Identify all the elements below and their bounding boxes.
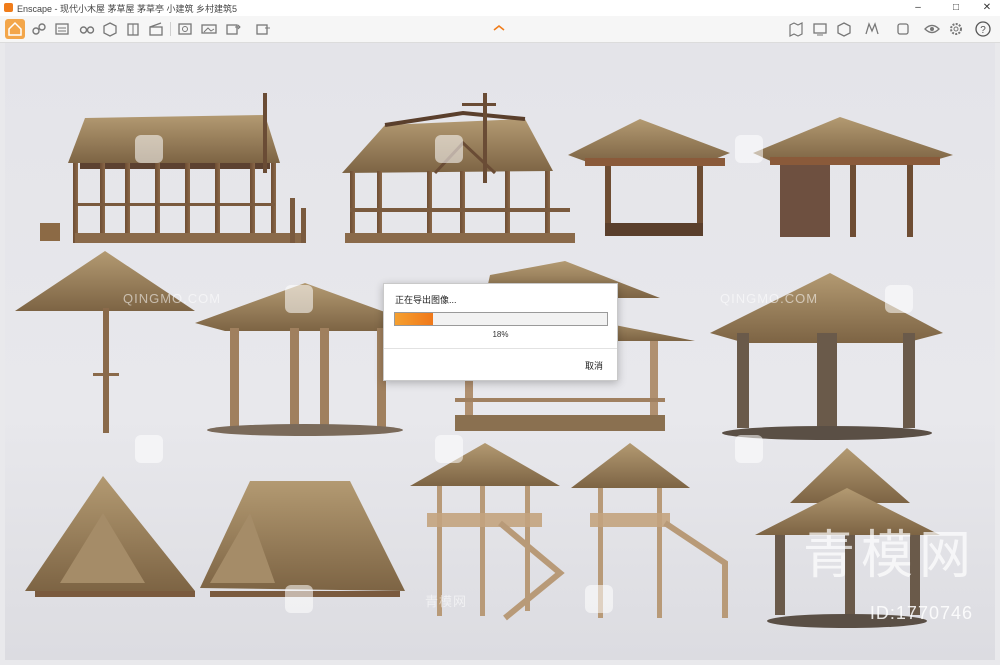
window-title: Enscape - 现代小木屋 茅草屋 茅草亭 小建筑 乡村建筑5 [17,4,238,14]
pavilion-gate-1 [753,117,953,237]
progress-fill [395,313,434,325]
brand-watermark: 青模网 [802,526,977,586]
settings-icon[interactable] [946,19,966,39]
a-frame-hut-1 [25,476,195,597]
material-icon[interactable] [862,19,882,39]
stilt-house-1 [40,93,306,243]
toolbar-divider [170,22,171,36]
dialog-divider [384,348,617,349]
cube-icon[interactable] [100,19,120,39]
dialog-title: 正在导出图像... [395,295,457,305]
map-icon[interactable] [786,19,806,39]
progress-percent: 18% [492,330,509,339]
binoculars-icon[interactable] [77,19,97,39]
asset-icon[interactable] [834,19,854,39]
help-icon[interactable]: ? [973,19,993,39]
maximize-icon[interactable]: □ [944,0,968,16]
home-icon[interactable] [5,19,25,39]
progress-bar [394,312,608,326]
pavilion-open-1 [568,119,730,236]
export-batch-icon[interactable] [253,19,273,39]
watermark-text: QINGMO.COM [720,291,819,306]
screenshot-icon[interactable] [175,19,195,39]
a-frame-hut-2 [200,481,405,597]
enscape-logo-icon [4,3,13,12]
chevron-up-icon[interactable] [491,21,507,35]
eye-icon[interactable] [922,19,942,39]
stilt-house-2 [342,93,575,243]
watermark-text: QINGMO.COM [123,291,222,306]
sync-icon[interactable] [893,19,913,39]
link-icon[interactable] [29,19,49,39]
export-icon[interactable] [223,19,243,39]
minimize-icon[interactable]: – [906,0,930,16]
cancel-button[interactable]: 取消 [585,359,603,372]
bim-icon[interactable] [52,19,72,39]
asset-id-label: ID:1770746 [869,603,973,623]
clapper-icon[interactable] [146,19,166,39]
panorama-icon[interactable] [199,19,219,39]
svg-text:?: ? [980,25,986,36]
watermark-text: 青模网 [425,594,468,609]
close-icon[interactable]: ✕ [975,0,999,16]
export-progress-dialog: 正在导出图像... 18% 取消 [383,283,618,381]
building-icon[interactable] [123,19,143,39]
monitor-icon[interactable] [810,19,830,39]
title-bar: Enscape - 现代小木屋 茅草屋 茅草亭 小建筑 乡村建筑5 – □ ✕ [0,0,1000,16]
umbrella-hut [15,251,195,433]
